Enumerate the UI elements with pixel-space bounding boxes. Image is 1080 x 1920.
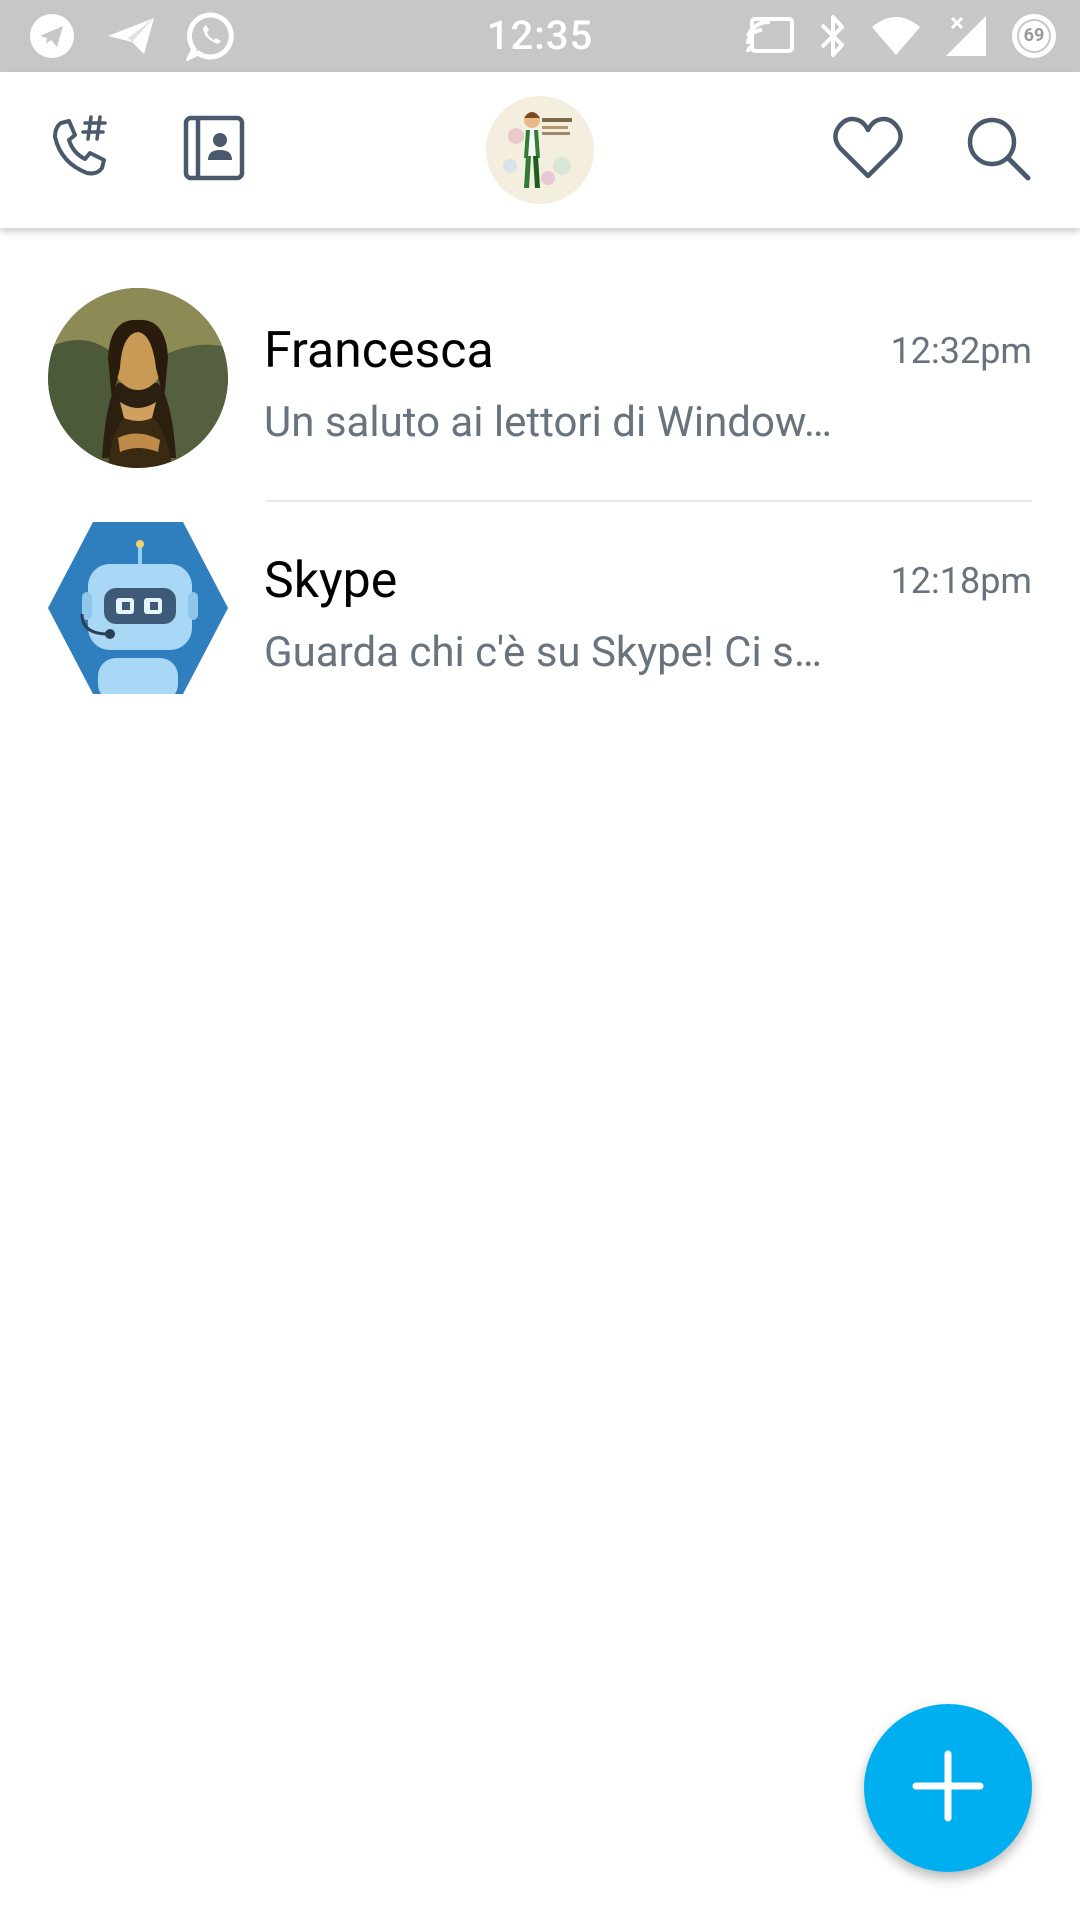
conversation-item[interactable]: Skype 12:18pm Guarda chi c'è su Skype! C… xyxy=(0,518,1080,748)
dialpad-button[interactable] xyxy=(40,108,124,192)
contacts-button[interactable] xyxy=(172,108,256,192)
battery-level: 69 xyxy=(1023,25,1045,46)
bluetooth-icon xyxy=(818,13,848,59)
plus-icon xyxy=(912,1750,984,1826)
system-icons: 69 xyxy=(746,10,1058,62)
contact-name: Francesca xyxy=(264,322,494,380)
wifi-icon xyxy=(870,15,922,57)
message-preview: Guarda chi c'è su Skype! Ci s… xyxy=(264,628,822,677)
list-divider xyxy=(266,500,1032,502)
bot-avatar xyxy=(48,518,228,698)
dialpad-icon xyxy=(47,113,117,187)
heart-icon xyxy=(830,114,906,186)
message-preview: Un saluto ai lettori di Window… xyxy=(264,398,833,447)
cast-icon xyxy=(746,16,796,56)
favorites-button[interactable] xyxy=(826,108,910,192)
message-time: 12:18pm xyxy=(890,560,1032,602)
profile-avatar[interactable] xyxy=(486,96,594,204)
new-conversation-button[interactable] xyxy=(864,1704,1032,1872)
app-bar xyxy=(0,72,1080,228)
battery-icon: 69 xyxy=(1010,12,1058,60)
search-button[interactable] xyxy=(956,108,1040,192)
conversation-item[interactable]: Francesca 12:32pm Un saluto ai lettori d… xyxy=(0,288,1080,518)
message-time: 12:32pm xyxy=(890,330,1032,372)
contact-avatar xyxy=(48,288,228,468)
contacts-icon xyxy=(180,114,248,186)
status-bar: 12:35 69 xyxy=(0,0,1080,72)
contact-name: Skype xyxy=(264,552,398,610)
search-icon xyxy=(962,112,1034,188)
cellular-signal-icon xyxy=(944,14,988,58)
